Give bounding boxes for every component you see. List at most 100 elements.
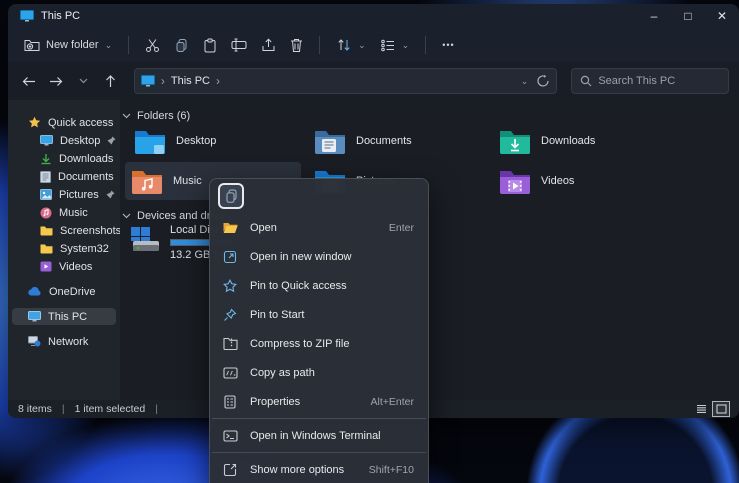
chevron-down-icon: ⌄ [358, 40, 366, 51]
desktop-icon [40, 135, 53, 146]
paste-clipboard-icon [203, 38, 217, 53]
copy-button[interactable] [168, 33, 195, 58]
minimize-button[interactable]: – [637, 4, 671, 28]
sidebar-label: Downloads [59, 153, 113, 165]
large-icons-view-button[interactable] [713, 402, 729, 416]
menu-item-shortcut: Shift+F10 [369, 464, 414, 476]
sidebar-label: Screenshots [60, 225, 120, 237]
menu-item-pin-to-start[interactable]: Pin to Start [210, 300, 428, 329]
sidebar-label: Pictures [59, 189, 99, 201]
paste-button[interactable] [197, 33, 223, 58]
menu-item-copy-as-path[interactable]: Copy as path [210, 358, 428, 387]
sidebar-item-downloads[interactable]: Downloads [12, 150, 116, 167]
see-more-button[interactable]: ••• [436, 35, 460, 55]
new-folder-button[interactable]: New folder ⌄ [18, 33, 118, 57]
menu-item-show-more-options[interactable]: Show more options Shift+F10 [210, 455, 428, 483]
address-box[interactable]: › This PC › ⌄ [134, 68, 557, 94]
menu-item-pin-quick-access[interactable]: Pin to Quick access [210, 271, 428, 300]
chevron-down-icon [122, 113, 131, 119]
sidebar-item-music[interactable]: Music [12, 204, 116, 221]
maximize-button[interactable]: □ [671, 4, 705, 28]
recent-locations-button[interactable] [72, 69, 95, 93]
document-icon [40, 171, 51, 183]
breadcrumb-this-pc[interactable]: This PC [171, 75, 210, 87]
details-view-icon [696, 404, 707, 414]
menu-item-open[interactable]: Open Enter [210, 213, 428, 242]
status-separator: | [155, 403, 158, 415]
sidebar-label: Videos [59, 261, 92, 273]
search-icon [580, 75, 592, 87]
address-bar-row: › This PC › ⌄ [8, 62, 739, 100]
sidebar-item-videos[interactable]: Videos [12, 258, 116, 275]
folder-icon [40, 243, 53, 254]
sidebar-item-desktop[interactable]: Desktop [12, 132, 116, 149]
forward-button[interactable] [45, 69, 68, 93]
address-box-right: ⌄ [521, 74, 551, 88]
details-view-button[interactable] [693, 402, 709, 416]
documents-folder-icon [314, 128, 346, 154]
cut-button[interactable] [139, 33, 166, 58]
sort-icon [336, 38, 352, 52]
sidebar-item-onedrive[interactable]: OneDrive [12, 283, 116, 300]
terminal-icon [222, 430, 238, 442]
open-folder-icon [222, 222, 238, 234]
search-input[interactable] [598, 75, 718, 87]
forward-arrow-icon [49, 76, 63, 87]
up-arrow-icon [105, 75, 116, 88]
folder-tile-downloads[interactable]: Downloads [493, 122, 669, 160]
folder-tile-documents[interactable]: Documents [308, 122, 484, 160]
sidebar-item-pictures[interactable]: Pictures [12, 186, 116, 203]
sidebar-item-this-pc[interactable]: This PC [12, 308, 116, 325]
sidebar-label: OneDrive [49, 286, 95, 298]
desktop-wallpaper: This PC – □ ✕ New folder ⌄ [0, 0, 739, 483]
music-icon [40, 207, 52, 219]
menu-item-shortcut: Alt+Enter [371, 396, 414, 408]
sidebar-label: This PC [48, 311, 87, 323]
back-button[interactable] [18, 69, 41, 93]
menu-item-properties[interactable]: Properties Alt+Enter [210, 387, 428, 416]
up-button[interactable] [99, 69, 122, 93]
refresh-icon[interactable] [536, 74, 550, 88]
folders-section-header[interactable]: Folders (6) [122, 110, 190, 122]
titlebar: This PC – □ ✕ [8, 4, 739, 28]
copy-quick-button[interactable] [218, 183, 244, 209]
menu-item-open-windows-terminal[interactable]: Open in Windows Terminal [210, 421, 428, 450]
share-button[interactable] [255, 33, 282, 57]
sidebar-item-screenshots[interactable]: Screenshots [12, 222, 116, 239]
menu-separator [212, 452, 426, 453]
window-controls: – □ ✕ [637, 4, 739, 28]
sort-button[interactable]: ⌄ [330, 33, 372, 57]
sidebar-item-network[interactable]: Network [12, 333, 116, 350]
folder-tile-label: Music [173, 175, 202, 187]
open-in-new-window-icon [222, 250, 238, 264]
sidebar-label: System32 [60, 243, 109, 255]
view-button[interactable]: ⌄ [374, 34, 416, 57]
address-dropdown-chevron-icon[interactable]: ⌄ [521, 76, 529, 87]
menu-item-label: Open [250, 222, 277, 234]
toolbar-separator [128, 36, 129, 54]
window-title: This PC [41, 10, 80, 22]
items-count: 8 items [18, 403, 52, 415]
context-menu-icon-row [210, 179, 428, 213]
breadcrumb-separator: › [216, 74, 220, 88]
sidebar-item-documents[interactable]: Documents [12, 168, 116, 185]
selected-count: 1 item selected [75, 403, 146, 415]
menu-item-open-new-window[interactable]: Open in new window [210, 242, 428, 271]
command-toolbar: New folder ⌄ [8, 28, 739, 62]
folder-tile-desktop[interactable]: Desktop [128, 122, 304, 160]
menu-item-compress-zip[interactable]: Compress to ZIP file [210, 329, 428, 358]
pin-star-icon [222, 279, 238, 293]
search-box[interactable] [571, 68, 729, 94]
videos-folder-icon [499, 168, 531, 194]
this-pc-monitor-icon [28, 311, 41, 322]
menu-item-label: Properties [250, 396, 300, 408]
close-button[interactable]: ✕ [705, 4, 739, 28]
menu-item-label: Copy as path [250, 367, 315, 379]
download-icon [40, 153, 52, 165]
rename-button[interactable] [225, 33, 253, 57]
sidebar-item-quick-access[interactable]: Quick access [12, 114, 116, 131]
folder-tile-videos[interactable]: Videos [493, 162, 669, 200]
delete-button[interactable] [284, 33, 309, 58]
sidebar-item-system32[interactable]: System32 [12, 240, 116, 257]
breadcrumb-separator: › [161, 74, 165, 88]
